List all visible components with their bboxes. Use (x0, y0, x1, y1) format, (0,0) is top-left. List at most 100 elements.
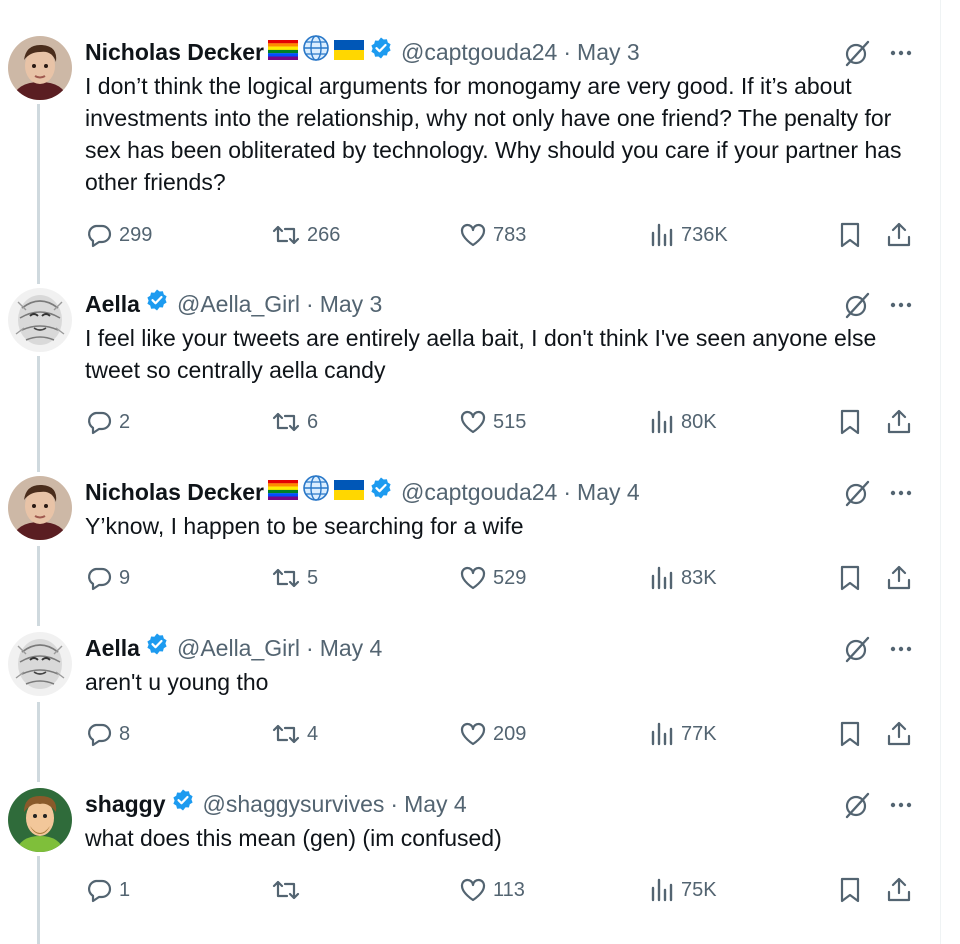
verified-badge-icon (145, 632, 169, 664)
retweet-button[interactable]: 4 (271, 717, 318, 751)
reply-button[interactable]: 299 (85, 218, 152, 252)
bookmark-icon (840, 721, 860, 747)
tweet[interactable]: Nicholas Decker @captgouda24 · May 3 I d… (0, 34, 940, 276)
views-icon (651, 878, 673, 902)
like-button[interactable]: 113 (459, 873, 525, 907)
reply-button[interactable]: 2 (85, 405, 130, 439)
rainbow-flag-icon (267, 36, 298, 68)
bookmark-button[interactable] (837, 717, 869, 751)
share-button[interactable] (885, 873, 919, 907)
like-icon (460, 722, 486, 746)
retweet-button[interactable]: 266 (271, 218, 340, 252)
timeline-right-border (940, 0, 941, 944)
ukraine-flag-icon (333, 476, 364, 508)
grok-icon[interactable] (842, 478, 872, 508)
reply-icon (88, 879, 112, 903)
grok-icon[interactable] (842, 634, 872, 664)
author-name[interactable]: Aella (85, 632, 140, 664)
author-name[interactable]: Nicholas Decker (85, 476, 264, 508)
tweet-date[interactable]: May 3 (577, 36, 640, 68)
views-button[interactable]: 83K (649, 561, 717, 595)
bookmark-button[interactable] (837, 873, 869, 907)
reply-icon (88, 723, 112, 747)
tweet-text: Y’know, I happen to be searching for a w… (85, 513, 524, 539)
grok-icon[interactable] (842, 290, 872, 320)
grok-icon[interactable] (842, 790, 872, 820)
share-button[interactable] (885, 717, 919, 751)
share-button[interactable] (885, 218, 919, 252)
like-count: 783 (493, 223, 527, 246)
more-icon[interactable] (886, 790, 916, 820)
like-button[interactable]: 209 (459, 717, 526, 751)
like-button[interactable]: 529 (459, 561, 526, 595)
more-icon[interactable] (886, 478, 916, 508)
author-handle[interactable]: @captgouda24 (401, 476, 557, 508)
tweet[interactable]: Aella @Aella_Girl · May 4 aren't u young… (0, 632, 940, 762)
tweet-actions: 1 113 75K (85, 873, 915, 907)
tweet-date[interactable]: May 4 (320, 632, 383, 664)
retweet-icon (272, 724, 300, 744)
retweet-button[interactable] (271, 873, 307, 907)
reply-button[interactable]: 8 (85, 717, 130, 751)
reply-count: 8 (119, 722, 131, 745)
reply-icon (88, 567, 112, 591)
reply-button[interactable]: 1 (85, 873, 130, 907)
share-button[interactable] (885, 405, 919, 439)
tweet-date[interactable]: May 4 (404, 788, 467, 820)
globe-icon (302, 474, 330, 510)
bookmark-button[interactable] (837, 405, 869, 439)
view-count: 75K (681, 878, 717, 901)
more-icon[interactable] (886, 38, 916, 68)
avatar-shaggy[interactable] (8, 788, 72, 852)
share-icon (887, 409, 911, 434)
avatar-aella[interactable] (8, 632, 72, 696)
tweet[interactable]: Nicholas Decker @captgouda24 · May 4 Y’k… (0, 474, 940, 606)
more-icon[interactable] (886, 290, 916, 320)
bookmark-icon (840, 877, 860, 903)
like-count: 113 (493, 878, 525, 901)
views-button[interactable]: 736K (649, 218, 728, 252)
separator-dot: · (390, 791, 399, 817)
tweet-actions: 8 4 209 77K (85, 717, 915, 751)
author-handle[interactable]: @Aella_Girl (177, 288, 300, 320)
author-handle[interactable]: @Aella_Girl (177, 632, 300, 664)
tweet[interactable]: Aella @Aella_Girl · May 3 I feel like yo… (0, 288, 940, 448)
globe-icon (302, 34, 330, 70)
bookmark-icon (840, 222, 860, 248)
retweet-count: 4 (307, 722, 319, 745)
tweet-actions: 9 5 529 83K (85, 561, 915, 595)
view-count: 736K (681, 223, 728, 246)
avatar-nicholas-decker[interactable] (8, 476, 72, 540)
views-button[interactable]: 75K (649, 873, 717, 907)
author-name[interactable]: Nicholas Decker (85, 36, 264, 68)
reply-button[interactable]: 9 (85, 561, 130, 595)
like-button[interactable]: 515 (459, 405, 526, 439)
author-name[interactable]: Aella (85, 288, 140, 320)
like-count: 515 (493, 410, 527, 433)
avatar-nicholas-decker[interactable] (8, 36, 72, 100)
tweet-date[interactable]: May 3 (320, 288, 383, 320)
author-name[interactable]: shaggy (85, 788, 166, 820)
avatar-aella[interactable] (8, 288, 72, 352)
verified-badge-icon (145, 288, 169, 320)
like-icon (460, 878, 486, 902)
grok-icon[interactable] (842, 38, 872, 68)
share-button[interactable] (885, 561, 919, 595)
separator-dot: · (563, 39, 572, 65)
more-icon[interactable] (886, 634, 916, 664)
views-icon (651, 566, 673, 590)
bookmark-button[interactable] (837, 218, 869, 252)
views-button[interactable]: 80K (649, 405, 717, 439)
retweet-button[interactable]: 5 (271, 561, 318, 595)
views-button[interactable]: 77K (649, 717, 717, 751)
author-handle[interactable]: @captgouda24 (401, 36, 557, 68)
share-icon (887, 222, 911, 247)
like-button[interactable]: 783 (459, 218, 526, 252)
author-handle[interactable]: @shaggysurvives (203, 788, 385, 820)
like-count: 209 (493, 722, 527, 745)
tweet[interactable]: shaggy @shaggysurvives · May 4 what does… (0, 788, 940, 918)
reply-count: 1 (119, 878, 131, 901)
tweet-date[interactable]: May 4 (577, 476, 640, 508)
retweet-button[interactable]: 6 (271, 405, 318, 439)
bookmark-button[interactable] (837, 561, 869, 595)
